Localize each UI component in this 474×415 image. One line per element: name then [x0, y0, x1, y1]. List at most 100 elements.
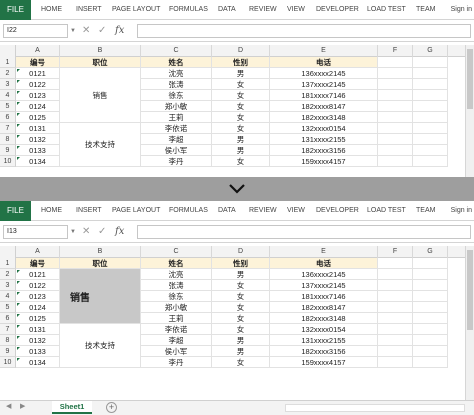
vertical-scroll-thumb[interactable] [467, 49, 473, 109]
column-header-e[interactable]: E [270, 45, 378, 57]
tab-insert[interactable]: INSERT [76, 201, 102, 221]
gender-cell[interactable]: 女 [212, 313, 270, 324]
empty-cell[interactable] [413, 346, 448, 357]
empty-cell[interactable] [413, 101, 448, 112]
empty-cell[interactable] [378, 346, 413, 357]
cell-g1[interactable] [413, 57, 448, 68]
row-header-5[interactable]: 5 [0, 101, 16, 112]
gender-cell[interactable]: 男 [212, 145, 270, 156]
empty-cell[interactable] [378, 156, 413, 167]
empty-cell[interactable] [413, 68, 448, 79]
row-header-9[interactable]: 9 [0, 346, 16, 357]
vertical-scrollbar[interactable] [465, 45, 474, 177]
empty-cell[interactable] [413, 302, 448, 313]
phone-cell[interactable]: 182xxxx3156 [270, 145, 378, 156]
header-cell-name[interactable]: 姓名 [141, 258, 212, 269]
row-header-5[interactable]: 5 [0, 302, 16, 313]
row-header-10[interactable]: 10 [0, 357, 16, 368]
empty-cell[interactable] [378, 79, 413, 90]
row-header-7[interactable]: 7 [0, 123, 16, 134]
row-header-9[interactable]: 9 [0, 145, 16, 156]
tab-developer[interactable]: DEVELOPER [316, 0, 359, 20]
cancel-icon[interactable]: ✕ [82, 24, 90, 38]
row-header-8[interactable]: 8 [0, 335, 16, 346]
name-cell[interactable]: 李超 [141, 134, 212, 145]
name-cell[interactable]: 沈亮 [141, 68, 212, 79]
empty-cell[interactable] [378, 145, 413, 156]
header-cell-gender[interactable]: 性别 [212, 57, 270, 68]
id-cell[interactable]: 0132 [16, 134, 60, 145]
phone-cell[interactable]: 181xxxx7146 [270, 90, 378, 101]
empty-cell[interactable] [413, 79, 448, 90]
gender-cell[interactable]: 女 [212, 280, 270, 291]
empty-cell[interactable] [378, 280, 413, 291]
select-all-corner[interactable] [0, 45, 16, 57]
id-cell[interactable]: 0131 [16, 123, 60, 134]
name-cell[interactable]: 王莉 [141, 313, 212, 324]
column-header-e[interactable]: E [270, 246, 378, 258]
phone-cell[interactable]: 182xxxx8147 [270, 302, 378, 313]
cancel-icon[interactable]: ✕ [82, 225, 90, 239]
row-header-4[interactable]: 4 [0, 90, 16, 101]
empty-cell[interactable] [378, 134, 413, 145]
empty-cell[interactable] [378, 101, 413, 112]
file-tab[interactable]: FILE [0, 0, 31, 20]
name-cell[interactable]: 李超 [141, 335, 212, 346]
column-header-a[interactable]: A [16, 246, 60, 258]
tab-data[interactable]: DATA [218, 0, 236, 20]
column-header-f[interactable]: F [378, 45, 413, 57]
row-header-3[interactable]: 3 [0, 79, 16, 90]
gender-cell[interactable]: 女 [212, 324, 270, 335]
id-cell[interactable]: 0123 [16, 90, 60, 101]
empty-cell[interactable] [378, 90, 413, 101]
sheet-nav-left-icon[interactable]: ◀ [6, 402, 11, 410]
row-header-6[interactable]: 6 [0, 112, 16, 123]
phone-cell[interactable]: 131xxxx2155 [270, 134, 378, 145]
horizontal-scrollbar[interactable] [285, 404, 465, 412]
formula-input[interactable] [137, 24, 471, 38]
sign-in-link[interactable]: Sign in [451, 6, 472, 13]
column-header-d[interactable]: D [212, 45, 270, 57]
empty-cell[interactable] [413, 134, 448, 145]
name-box[interactable]: I13 [3, 225, 68, 239]
tab-page-layout[interactable]: PAGE LAYOUT [112, 0, 160, 20]
column-header-f[interactable]: F [378, 246, 413, 258]
name-box[interactable]: I22 [3, 24, 68, 38]
empty-cell[interactable] [16, 357, 60, 368]
id-cell[interactable]: 0121 [16, 269, 60, 280]
tab-view[interactable]: VIEW [287, 201, 305, 221]
sheet-tab-sheet1[interactable]: Sheet1 [52, 401, 92, 414]
empty-cell[interactable] [378, 291, 413, 302]
row-header-1[interactable]: 1 [0, 258, 16, 269]
id-cell[interactable]: 0124 [16, 101, 60, 112]
header-cell-id[interactable]: 编号 [16, 57, 60, 68]
id-cell[interactable]: 0124 [16, 302, 60, 313]
name-cell[interactable]: 郑小敏 [141, 302, 212, 313]
file-tab[interactable]: FILE [0, 201, 31, 221]
select-all-corner[interactable] [0, 246, 16, 258]
empty-cell[interactable] [378, 357, 413, 368]
gender-cell[interactable]: 女 [212, 291, 270, 302]
column-header-g[interactable]: G [413, 45, 448, 57]
tab-view[interactable]: VIEW [287, 0, 305, 20]
name-cell[interactable]: 王莉 [141, 112, 212, 123]
name-cell[interactable]: 郑小敏 [141, 101, 212, 112]
tab-review[interactable]: REVIEW [249, 0, 277, 20]
header-cell-phone[interactable]: 电话 [270, 57, 378, 68]
id-cell[interactable]: 0125 [16, 313, 60, 324]
name-cell[interactable]: 张涛 [141, 280, 212, 291]
empty-cell[interactable] [378, 123, 413, 134]
empty-cell[interactable] [378, 302, 413, 313]
gender-cell[interactable]: 女 [212, 302, 270, 313]
phone-cell[interactable]: 137xxxx2145 [270, 280, 378, 291]
row-header-6[interactable]: 6 [0, 313, 16, 324]
tab-developer[interactable]: DEVELOPER [316, 201, 359, 221]
empty-cell[interactable] [413, 280, 448, 291]
formula-input[interactable] [137, 225, 471, 239]
column-header-c[interactable]: C [141, 246, 212, 258]
column-header-g[interactable]: G [413, 246, 448, 258]
merged-cell-tech-support[interactable]: 技术支持 [60, 324, 141, 368]
phone-cell[interactable]: 182xxxx8147 [270, 101, 378, 112]
phone-cell[interactable]: 132xxxx0154 [270, 324, 378, 335]
id-cell[interactable]: 0122 [16, 79, 60, 90]
